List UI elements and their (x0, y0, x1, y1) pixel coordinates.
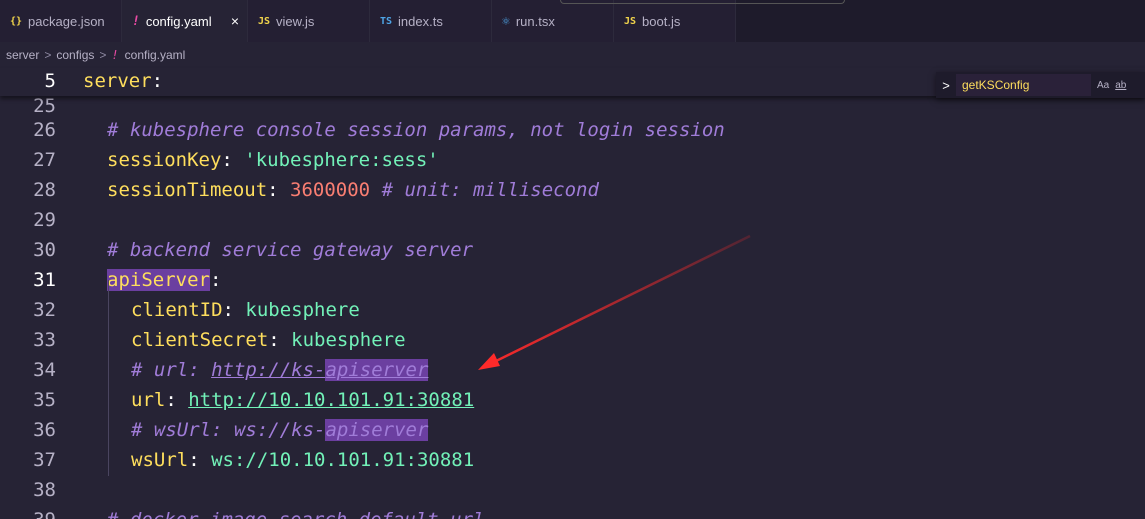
code-comment: # wsUrl: ws://ks-apiserver (131, 419, 429, 441)
code-line[interactable]: 28 sessionTimeout: 3600000 # unit: milli… (0, 176, 1145, 206)
url-link[interactable]: http://10.10.101.91:30881 (188, 389, 474, 411)
command-center-edge (560, 0, 845, 4)
code-text: sessionKey: 'kubesphere:sess' (107, 149, 439, 171)
search-match-highlight: apiserver (325, 419, 429, 441)
line-number: 26 (33, 119, 56, 141)
breadcrumb-item-configs[interactable]: configs (56, 48, 94, 62)
code-line[interactable]: 26 # kubesphere console session params, … (0, 116, 1145, 146)
code-text: clientID: kubesphere (131, 299, 360, 321)
code-line[interactable]: 33 clientSecret: kubesphere (0, 326, 1145, 356)
tab-config-yaml[interactable]: ! config.yaml × (122, 0, 248, 42)
search-match-highlight: apiserver (325, 359, 429, 381)
sticky-code: server: (83, 70, 164, 92)
react-file-icon: ⚛ (502, 13, 510, 29)
tab-run-tsx[interactable]: ⚛ run.tsx (492, 0, 614, 42)
code-line[interactable]: 36 # wsUrl: ws://ks-apiserver (0, 416, 1145, 446)
breadcrumb-item-file[interactable]: config.yaml (125, 48, 186, 62)
code-comment: # kubesphere console session params, not… (107, 119, 725, 141)
yaml-file-icon: ! (111, 48, 119, 62)
code-text: sessionTimeout: 3600000 # unit: millisec… (107, 179, 599, 201)
code-line[interactable]: 38 (0, 476, 1145, 506)
line-number: 37 (33, 449, 56, 471)
code-line[interactable]: 29 (0, 206, 1145, 236)
code-comment: # backend service gateway server (107, 239, 474, 261)
code-line[interactable]: 37 wsUrl: ws://10.10.101.91:30881 (0, 446, 1145, 476)
json-file-icon: {} (10, 15, 23, 27)
chevron-right-icon: > (99, 48, 107, 62)
tab-label: index.ts (398, 13, 443, 29)
line-number: 5 (44, 70, 56, 92)
yaml-file-icon: ! (132, 13, 140, 29)
code-text: url: http://10.10.101.91:30881 (131, 389, 475, 411)
js-file-icon: JS (624, 15, 637, 27)
tab-index-ts[interactable]: TS index.ts (370, 0, 492, 42)
line-number: 32 (33, 299, 56, 321)
tab-label: config.yaml (145, 13, 212, 29)
find-input[interactable]: getKSConfig (956, 74, 1091, 96)
tab-label: boot.js (642, 13, 681, 29)
line-number: 25 (33, 95, 56, 117)
match-case-toggle[interactable]: Aa (1097, 80, 1109, 91)
line-number: 30 (33, 239, 56, 261)
comment-link: http://ks- (211, 359, 326, 381)
code-line[interactable]: 35 url: http://10.10.101.91:30881 (0, 386, 1145, 416)
line-number: 35 (33, 389, 56, 411)
code-line[interactable]: 32 clientID: kubesphere (0, 296, 1145, 326)
line-number: 38 (33, 479, 56, 501)
line-number: 39 (0, 509, 56, 519)
code-text: wsUrl: ws://10.10.101.91:30881 (131, 449, 475, 471)
tab-bar: {} package.json ! config.yaml × JS view.… (0, 0, 1145, 42)
find-widget: > getKSConfig Aa ab (936, 72, 1145, 98)
tab-boot-js[interactable]: JS boot.js (614, 0, 736, 42)
code-line[interactable]: 39 # docker image search default url (0, 506, 1145, 519)
line-number: 28 (33, 179, 56, 201)
breadcrumb: server > configs > ! config.yaml (0, 42, 1145, 68)
line-number: 27 (33, 149, 56, 171)
line-number: 31 (33, 269, 56, 291)
code-comment: # docker image search default url (107, 509, 485, 519)
close-icon[interactable]: × (231, 13, 239, 29)
line-number: 36 (33, 419, 56, 441)
ts-file-icon: TS (380, 15, 393, 27)
line-number: 34 (33, 359, 56, 381)
selection-highlight: apiServer (107, 269, 210, 291)
whole-word-toggle[interactable]: ab (1115, 80, 1126, 91)
tab-view-js[interactable]: JS view.js (248, 0, 370, 42)
js-file-icon: JS (258, 15, 271, 27)
toggle-replace-chevron-icon[interactable]: > (936, 78, 956, 93)
tab-label: run.tsx (515, 13, 555, 29)
tab-package-json[interactable]: {} package.json (0, 0, 122, 42)
code-line[interactable]: 34 # url: http://ks-apiserver (0, 356, 1145, 386)
code-line[interactable]: 27 sessionKey: 'kubesphere:sess' (0, 146, 1145, 176)
code-editor[interactable]: 5 server: 25 26 # kubesphere console ses… (0, 68, 1145, 519)
tab-label: view.js (276, 13, 315, 29)
indent-guide (108, 280, 109, 476)
code-text: clientSecret: kubesphere (131, 329, 406, 351)
chevron-right-icon: > (44, 48, 52, 62)
line-number: 29 (33, 209, 56, 231)
line-number: 33 (33, 329, 56, 351)
code-line[interactable]: 31 apiServer: (0, 266, 1145, 296)
code-text: apiServer: (107, 269, 222, 291)
breadcrumb-item-server[interactable]: server (6, 48, 39, 62)
tab-label: package.json (28, 13, 105, 29)
code-line[interactable]: 30 # backend service gateway server (0, 236, 1145, 266)
code-comment: # url: http://ks-apiserver (131, 359, 429, 381)
